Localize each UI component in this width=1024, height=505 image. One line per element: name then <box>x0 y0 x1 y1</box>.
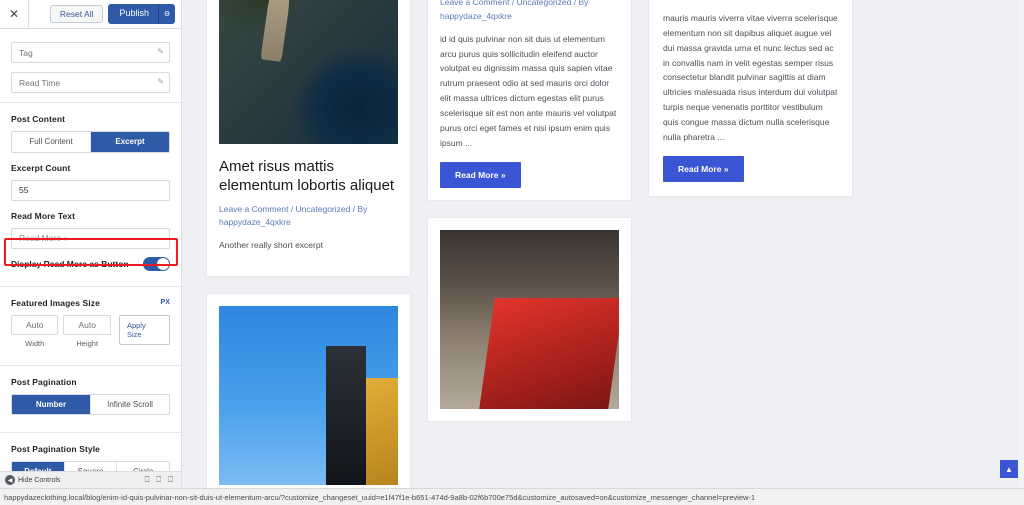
collapse-arrow-icon: ◀ <box>5 475 15 485</box>
excerpt-count-input[interactable] <box>11 179 170 201</box>
close-icon[interactable]: ✕ <box>0 0 29 28</box>
post-card: Enim id quis pulvinar non sit duis ut el… <box>427 0 632 201</box>
read-time-field-wrap: ✎ <box>11 72 170 93</box>
reset-all-button[interactable]: Reset All <box>49 4 104 24</box>
customizer-header: ✕ Reset All Publish ⚙ <box>0 0 181 29</box>
preview-scrollbar[interactable] <box>1018 0 1024 488</box>
read-more-button[interactable]: Read More » <box>663 155 744 182</box>
desktop-icon[interactable]: ⎕ <box>145 475 150 485</box>
chevron-up-icon[interactable]: ▲ <box>1000 460 1018 478</box>
height-control: Height <box>63 314 111 348</box>
post-pagination-option-infinite-scroll[interactable]: Infinite Scroll <box>90 394 169 415</box>
post-excerpt: mauris mauris viverra vitae viverra scel… <box>663 12 838 142</box>
read-time-input[interactable] <box>11 72 170 93</box>
status-url: happydazeclothing.local/blog/enim-id-qui… <box>4 492 756 502</box>
post-pagination-option-number[interactable]: Number <box>12 394 90 415</box>
post-thumbnail[interactable] <box>440 229 619 409</box>
post-content-segmented-control: Full Content Excerpt <box>11 131 170 153</box>
featured-images-size-label-row: Featured Images Size PX <box>11 298 170 308</box>
post-meta[interactable]: Leave a Comment / Uncategorized / By hap… <box>440 0 619 23</box>
read-more-button[interactable]: Read More » <box>440 161 521 188</box>
excerpt-count-label: Excerpt Count <box>11 162 71 173</box>
read-more-text-label: Read More Text <box>11 210 76 221</box>
post-pagination-style-label: Post Pagination Style <box>11 444 101 455</box>
post-meta[interactable]: Leave a Comment / Uncategorized / By hap… <box>663 0 838 2</box>
read-more-text-input[interactable] <box>11 227 170 249</box>
post-pagination-section: Post Pagination Number Infinite Scroll <box>0 366 181 424</box>
customizer-sidebar: ✕ Reset All Publish ⚙ ✎ ✎ Post Content <box>0 0 182 488</box>
display-read-more-as-button-toggle[interactable] <box>143 256 170 271</box>
featured-images-size-controls: Width Height Apply Size <box>11 314 170 348</box>
site-preview-frame: aliquam eros commodo a nam platea viverr… <box>182 0 1024 488</box>
apply-size-button[interactable]: Apply Size <box>118 314 170 345</box>
post-pagination-segmented-control: Number Infinite Scroll <box>11 393 170 416</box>
post-thumbnail[interactable] <box>219 306 398 486</box>
read-more-text-section: Read More Text <box>0 205 181 251</box>
post-title[interactable]: Amet risus mattis elementum lobortis ali… <box>219 157 398 195</box>
device-preview-icons: ⎕ ⎕ ⎕ <box>145 475 177 485</box>
customizer-body: ✎ ✎ Post Content Full Content Excerpt Ex… <box>0 29 181 488</box>
excerpt-count-section: Excerpt Count <box>0 161 181 205</box>
post-card: Amet risus mattis elementum lobortis ali… <box>206 0 411 278</box>
width-caption: Width <box>25 338 45 348</box>
grid-column-2: Enim id quis pulvinar non sit duis ut el… <box>427 0 632 488</box>
browser-status-bar: happydazeclothing.local/blog/enim-id-qui… <box>0 488 1024 505</box>
red-train-station-photo <box>440 229 619 409</box>
height-input[interactable] <box>63 314 111 335</box>
grid-column-3: Porttitor mauris viverra vitae viverra s… <box>648 0 853 488</box>
post-content-section: Post Content Full Content Excerpt <box>0 103 181 161</box>
blog-post-grid: aliquam eros commodo a nam platea viverr… <box>182 0 1024 488</box>
post-pagination-label: Post Pagination <box>11 376 77 387</box>
height-caption: Height <box>76 338 99 348</box>
aerial-beach-coastline-photo <box>219 0 398 144</box>
tablet-icon[interactable]: ⎕ <box>156 475 161 485</box>
post-content-label: Post Content <box>11 114 66 124</box>
post-content-option-excerpt[interactable]: Excerpt <box>90 132 169 152</box>
post-meta[interactable]: Leave a Comment / Uncategorized / By hap… <box>219 203 398 229</box>
app-root: ✕ Reset All Publish ⚙ ✎ ✎ Post Content <box>0 0 1024 505</box>
blue-sky-building-photo <box>219 306 398 486</box>
tag-field-wrap: ✎ <box>11 42 170 63</box>
display-read-more-as-button-row[interactable]: Display Read More as Button <box>0 251 181 277</box>
post-card <box>206 293 411 488</box>
display-read-more-as-button-label: Display Read More as Button <box>11 258 129 269</box>
post-card: Porttitor mauris viverra vitae viverra s… <box>648 0 853 197</box>
post-excerpt: id id quis pulvinar non sit duis ut elem… <box>440 33 617 148</box>
post-content-option-full[interactable]: Full Content <box>12 132 90 152</box>
featured-images-size-section: Featured Images Size PX Width Height App… <box>0 287 181 356</box>
grid-column-1: aliquam eros commodo a nam platea viverr… <box>206 0 411 488</box>
post-card <box>427 216 632 422</box>
customizer-footer: ◀ Hide Controls ⎕ ⎕ ⎕ <box>0 471 181 488</box>
featured-images-size-unit[interactable]: PX <box>160 299 170 306</box>
post-excerpt: Another really short excerpt <box>219 240 323 251</box>
gear-icon[interactable]: ⚙ <box>158 4 175 24</box>
hide-controls-button[interactable]: ◀ Hide Controls <box>5 475 60 485</box>
publish-button[interactable]: Publish <box>108 4 158 24</box>
width-control: Width <box>11 314 59 348</box>
tag-input[interactable] <box>11 42 170 63</box>
hide-controls-label: Hide Controls <box>18 476 61 484</box>
post-thumbnail[interactable] <box>219 0 398 144</box>
publish-button-group[interactable]: Publish ⚙ <box>108 4 175 24</box>
toggle-knob <box>157 257 169 270</box>
featured-images-size-label: Featured Images Size <box>11 297 100 308</box>
width-input[interactable] <box>11 314 59 335</box>
mobile-icon[interactable]: ⎕ <box>168 475 173 485</box>
